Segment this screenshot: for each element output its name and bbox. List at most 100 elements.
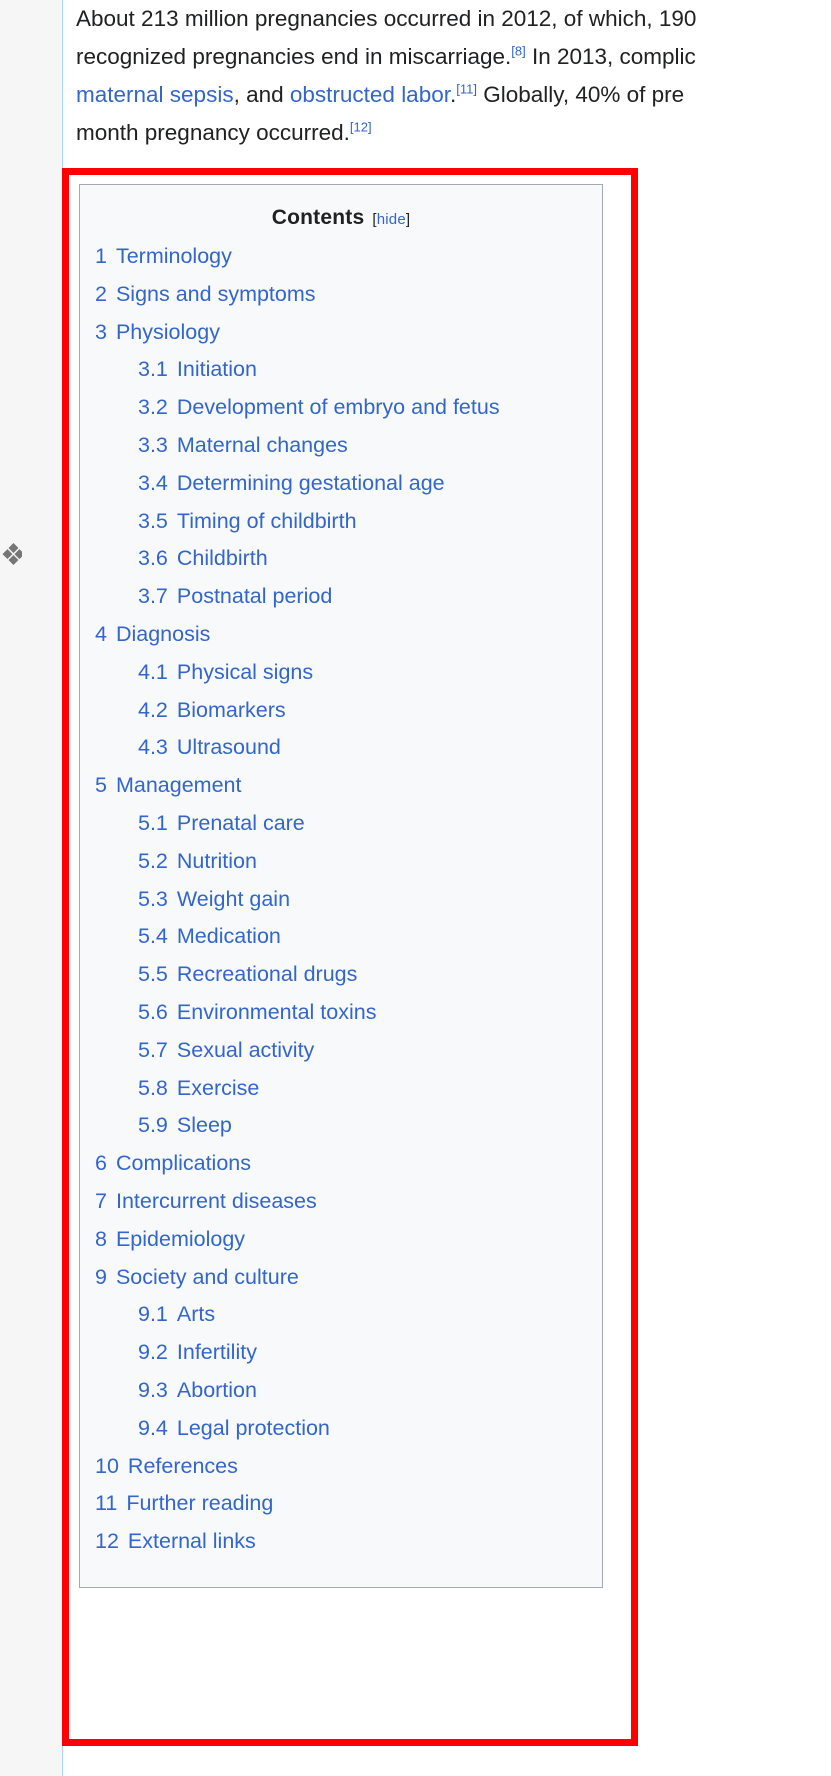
toc-item-number: 9.1 [138,1302,168,1327]
toc-link-biomarkers[interactable]: 4.2 Biomarkers [80,692,602,730]
toc-item-label: Determining gestational age [176,470,445,495]
toc-link-arts[interactable]: 9.1 Arts [80,1296,602,1334]
page-root: ❖ About 213 million pregnancies occurred… [0,0,831,1776]
toc-link-epidemiology[interactable]: 8 Epidemiology [80,1221,602,1259]
toc-item-label: Complications [115,1151,251,1176]
toc-link-further-reading[interactable]: 11 Further reading [80,1485,602,1523]
toc-item-number: 5.3 [138,886,168,911]
toc-link-ultrasound[interactable]: 4.3 Ultrasound [80,729,602,767]
toc-link-development-of-embryo-and-fetus[interactable]: 3.2 Development of embryo and fetus [80,389,602,427]
lead-text: month pregnancy occurred. [76,120,350,145]
reference-link[interactable]: [11] [456,82,477,97]
toc-item: 5.7 Sexual activity [80,1032,602,1070]
toc-item-label: Sleep [176,1113,232,1138]
toc-item: 3.7 Postnatal period [80,578,602,616]
toc-link-timing-of-childbirth[interactable]: 3.5 Timing of childbirth [80,503,602,541]
toc-item-number: 6 [95,1151,107,1176]
toc-item-label: Society and culture [115,1264,299,1289]
toc-header: Contents [hide] [80,195,602,238]
toc-link-determining-gestational-age[interactable]: 3.4 Determining gestational age [80,465,602,503]
toc-link-management[interactable]: 5 Management [80,767,602,805]
toc-link-postnatal-period[interactable]: 3.7 Postnatal period [80,578,602,616]
toc-item: 3.4 Determining gestational age [80,465,602,503]
toc-link-prenatal-care[interactable]: 5.1 Prenatal care [80,805,602,843]
toc-link-terminology[interactable]: 1 Terminology [80,238,602,276]
toc-item-number: 10 [95,1453,119,1478]
toc-link-signs-and-symptoms[interactable]: 2 Signs and symptoms [80,276,602,314]
toc-item-label: Environmental toxins [176,999,377,1024]
toc-link-recreational-drugs[interactable]: 5.5 Recreational drugs [80,956,602,994]
toc-item: 5.3 Weight gain [80,881,602,919]
toc-item-number: 5.5 [138,962,168,987]
toc-link-complications[interactable]: 6 Complications [80,1145,602,1183]
toc-item: 3.2 Development of embryo and fetus [80,389,602,427]
toc-item: 4 Diagnosis [80,616,602,654]
reference-marker: [11] [456,82,477,97]
toc-item-label: Development of embryo and fetus [176,395,500,420]
reference-link[interactable]: [12] [350,120,372,135]
toc-item: 5.9 Sleep [80,1107,602,1145]
toc-item-number: 9.2 [138,1340,168,1365]
toc-item-number: 5.2 [138,848,168,873]
toc-item-number: 5.4 [138,924,168,949]
toc-item-label: Legal protection [176,1415,330,1440]
lead-line: recognized pregnancies end in miscarriag… [76,38,831,76]
toc-link-infertility[interactable]: 9.2 Infertility [80,1334,602,1372]
article-link[interactable]: obstructed labor [290,82,450,107]
toc-link-weight-gain[interactable]: 5.3 Weight gain [80,881,602,919]
toc-link-physiology[interactable]: 3 Physiology [80,314,602,352]
toc-hide-link[interactable]: hide [377,211,406,228]
toc-item-label: External links [127,1529,256,1554]
toc-link-sexual-activity[interactable]: 5.7 Sexual activity [80,1032,602,1070]
toc-item-label: Ultrasound [176,735,281,760]
reference-link[interactable]: [8] [511,44,525,59]
toc-link-childbirth[interactable]: 3.6 Childbirth [80,540,602,578]
toc-link-environmental-toxins[interactable]: 5.6 Environmental toxins [80,994,602,1032]
toc-item: 7 Intercurrent diseases [80,1183,602,1221]
toc-link-external-links[interactable]: 12 External links [80,1523,602,1561]
toc-item-label: Abortion [176,1377,257,1402]
toc-item-number: 7 [95,1188,107,1213]
toc-item-label: Physical signs [176,659,314,684]
toc-item: 3.6 Childbirth [80,540,602,578]
toc-link-diagnosis[interactable]: 4 Diagnosis [80,616,602,654]
toc-item-label: Diagnosis [115,621,211,646]
toc-item-label: Recreational drugs [176,962,358,987]
toc-item-number: 3.7 [138,584,168,609]
reference-marker: [8] [511,44,525,59]
toc-item-number: 5.8 [138,1075,168,1100]
toc-link-exercise[interactable]: 5.8 Exercise [80,1070,602,1108]
toc-item: 1 Terminology [80,238,602,276]
toc-item: 5 Management [80,767,602,805]
toc-link-medication[interactable]: 5.4 Medication [80,918,602,956]
toc-link-references[interactable]: 10 References [80,1448,602,1486]
toc-link-intercurrent-diseases[interactable]: 7 Intercurrent diseases [80,1183,602,1221]
toc-item-label: Terminology [115,244,232,268]
toc-item: 5.1 Prenatal care [80,805,602,843]
toc-link-initiation[interactable]: 3.1 Initiation [80,351,602,389]
toc-link-abortion[interactable]: 9.3 Abortion [80,1372,602,1410]
toc-link-physical-signs[interactable]: 4.1 Physical signs [80,654,602,692]
toc-item-number: 4.3 [138,735,168,760]
toc-link-sleep[interactable]: 5.9 Sleep [80,1107,602,1145]
toc-link-nutrition[interactable]: 5.2 Nutrition [80,843,602,881]
article-link[interactable]: maternal sepsis [76,82,234,107]
toc-link-society-and-culture[interactable]: 9 Society and culture [80,1259,602,1297]
toc-link-legal-protection[interactable]: 9.4 Legal protection [80,1410,602,1448]
toc-item-label: Epidemiology [115,1226,246,1251]
reference-marker: [12] [350,120,372,135]
toc-link-maternal-changes[interactable]: 3.3 Maternal changes [80,427,602,465]
lead-text: In 2013, complic [525,44,696,69]
toc-item: 5.5 Recreational drugs [80,956,602,994]
toc-item-number: 3 [95,319,107,344]
toc-item-label: Arts [176,1302,216,1327]
toc-item: 11 Further reading [80,1485,602,1523]
toc-item-number: 4.2 [138,697,168,722]
toc-item-number: 3.3 [138,432,168,457]
toc-item: 3.3 Maternal changes [80,427,602,465]
toc-item-label: Medication [176,924,281,949]
toc-item-number: 11 [95,1491,118,1516]
toc-item-number: 9.3 [138,1377,168,1402]
toc-item-number: 5 [95,773,107,798]
toc-item-label: Sexual activity [176,1037,315,1062]
